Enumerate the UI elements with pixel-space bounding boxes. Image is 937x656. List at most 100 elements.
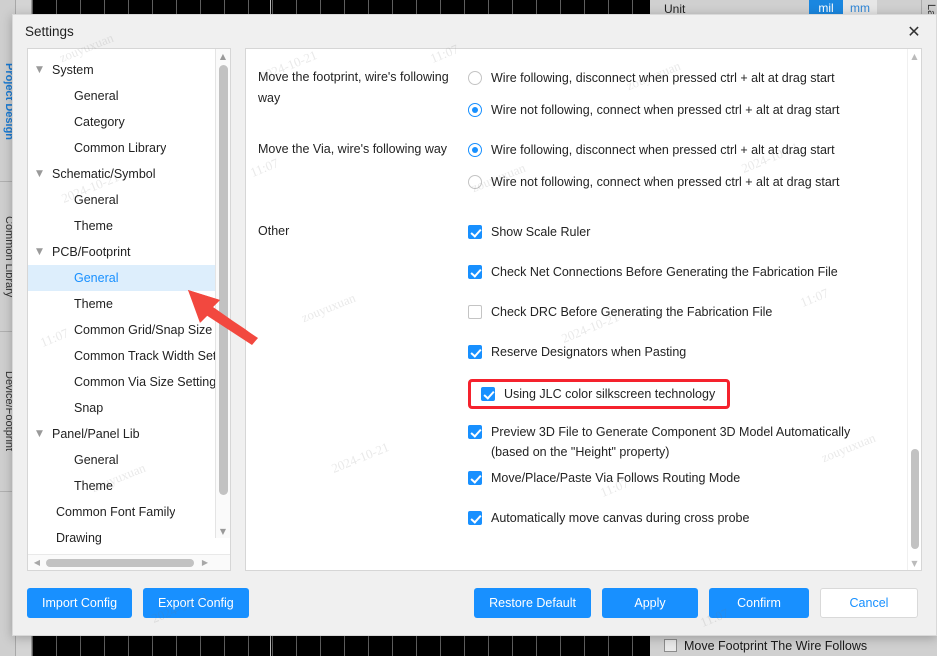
sidebar-item-panel-panel-lib[interactable]: ▼ Panel/Panel Lib [28,421,230,447]
content-scrollbar-thumb[interactable] [911,449,919,549]
checkbox-using-jlc-color-silkscreen[interactable]: Using JLC color silkscreen technology [468,379,731,409]
sidebar-item-label: PCB/Footprint [52,245,131,259]
scroll-up-icon[interactable]: ▲ [216,49,230,63]
sidebar-item-label: General [74,271,119,285]
sidebar-item-label: Snap [74,401,104,415]
setting-group-options: Wire following, disconnect when pressed … [468,135,891,199]
checkbox-icon-checked[interactable] [468,511,482,525]
setting-group-label: Move the footprint, wire's following way [258,70,449,105]
close-icon[interactable]: ✕ [892,15,936,48]
radio-option-label: Wire following, disconnect when pressed … [491,143,835,157]
sidebar-item-common-font-family[interactable]: Common Font Family [28,499,230,525]
scroll-left-icon[interactable]: ◀ [30,555,44,570]
sidebar-item-label: General [74,193,119,207]
sidebar-item-pcb-theme[interactable]: Theme [28,291,230,317]
sidebar-item-system[interactable]: ▼ System [28,57,230,83]
scroll-up-icon[interactable]: ▲ [908,49,921,63]
ruler-ticks-icon [32,634,650,656]
scroll-down-icon[interactable]: ▼ [908,556,921,570]
chevron-down-icon[interactable]: ▼ [36,429,52,439]
radio-option-label: Wire following, disconnect when pressed … [491,71,835,85]
sidebar-item-label: Theme [74,479,113,493]
sidebar-hscrollbar-thumb[interactable] [46,559,194,567]
chevron-down-icon[interactable]: ▼ [36,169,52,179]
settings-sidebar-scroll: ▼ System General Category Common Library… [28,49,230,554]
move-footprint-wire-follows-checkbox[interactable] [664,639,677,652]
dialog-title-bar: Settings ✕ [13,15,936,48]
radio-option-via-wire-following[interactable]: Wire following, disconnect when pressed … [468,135,891,167]
checkbox-icon-checked[interactable] [468,471,482,485]
radio-icon[interactable] [468,71,482,85]
sidebar-item-schematic-general[interactable]: General [28,187,230,213]
radio-option-footprint-wire-following[interactable]: Wire following, disconnect when pressed … [468,63,891,95]
footer-right-buttons: Restore Default Apply Confirm Cancel [474,588,918,618]
checkbox-check-drc[interactable]: Check DRC Before Generating the Fabricat… [468,297,891,337]
sidebar-item-label: Category [74,115,125,129]
highlighted-setting-container: Using JLC color silkscreen technology [468,373,891,417]
checkbox-show-scale-ruler[interactable]: Show Scale Ruler [468,217,891,257]
radio-option-via-wire-not-following[interactable]: Wire not following, connect when pressed… [468,167,891,199]
checkbox-icon-checked[interactable] [468,425,482,439]
apply-button[interactable]: Apply [602,588,698,618]
radio-icon[interactable] [468,175,482,189]
checkbox-icon-checked[interactable] [468,225,482,239]
dialog-footer: Import Config Export Config Restore Defa… [13,571,936,635]
export-config-button[interactable]: Export Config [143,588,249,618]
sidebar-item-panel-general[interactable]: General [28,447,230,473]
scroll-down-icon[interactable]: ▼ [216,524,230,538]
radio-icon-selected[interactable] [468,143,482,157]
restore-default-button[interactable]: Restore Default [474,588,591,618]
checkbox-label: Show Scale Ruler [491,225,591,239]
checkbox-reserve-designators[interactable]: Reserve Designators when Pasting [468,337,891,373]
import-config-button[interactable]: Import Config [27,588,133,618]
sidebar-scrollbar-thumb[interactable] [219,65,228,495]
checkbox-icon-checked[interactable] [468,345,482,359]
checkbox-label: Move/Place/Paste Via Follows Routing Mod… [491,471,741,485]
cancel-button[interactable]: Cancel [820,588,918,618]
checkbox-icon-checked[interactable] [481,387,495,401]
sidebar-horizontal-scrollbar[interactable]: ◀ ▶ [28,554,230,570]
background-canvas-bottom [32,634,650,656]
sidebar-item-pcb-footprint[interactable]: ▼ PCB/Footprint [28,239,230,265]
content-vertical-scrollbar[interactable]: ▲ ▼ [907,49,921,570]
confirm-button[interactable]: Confirm [709,588,809,618]
sidebar-item-label: Common Font Family [56,505,176,519]
radio-icon-selected[interactable] [468,103,482,117]
checkbox-icon-checked[interactable] [468,265,482,279]
sidebar-item-panel-theme[interactable]: Theme [28,473,230,499]
dialog-body: ▼ System General Category Common Library… [13,48,936,571]
sidebar-item-pcb-common-track-width[interactable]: Common Track Width Settin [28,343,230,369]
checkbox-preview-3d-file[interactable]: Preview 3D File to Generate Component 3D… [468,417,891,463]
sidebar-item-pcb-general[interactable]: General [28,265,230,291]
sidebar-vertical-scrollbar[interactable]: ▲ ▼ [215,49,230,538]
canvas-divider [270,634,271,656]
scroll-right-icon[interactable]: ▶ [198,555,212,570]
sidebar-item-system-general[interactable]: General [28,83,230,109]
sidebar-item-label: Theme [74,297,113,311]
checkbox-label: Check DRC Before Generating the Fabricat… [491,305,773,319]
background-bottom-option-row: Move Footprint The Wire Follows [650,634,937,656]
sidebar-item-schematic-symbol[interactable]: ▼ Schematic/Symbol [28,161,230,187]
checkbox-move-place-paste-via[interactable]: Move/Place/Paste Via Follows Routing Mod… [468,463,891,503]
setting-group-other: Other Show Scale Ruler Check Net Connect… [258,217,891,543]
radio-option-label: Wire not following, connect when pressed… [491,103,840,117]
sidebar-item-drawing[interactable]: Drawing [28,525,230,551]
sidebar-item-system-category[interactable]: Category [28,109,230,135]
sidebar-item-label: General [74,89,119,103]
sidebar-item-pcb-snap[interactable]: Snap [28,395,230,421]
chevron-down-icon[interactable]: ▼ [36,65,52,75]
checkbox-auto-move-canvas[interactable]: Automatically move canvas during cross p… [468,503,891,543]
sidebar-item-pcb-common-via-size[interactable]: Common Via Size Setting [28,369,230,395]
chevron-down-icon[interactable]: ▼ [36,247,52,257]
sidebar-item-label: Common Grid/Snap Size Se [74,323,226,337]
settings-sidebar: ▼ System General Category Common Library… [27,48,231,571]
sidebar-item-schematic-theme[interactable]: Theme [28,213,230,239]
sidebar-item-pcb-common-grid-snap-size[interactable]: Common Grid/Snap Size Se [28,317,230,343]
checkbox-label: Using JLC color silkscreen technology [504,387,716,401]
setting-group-options: Wire following, disconnect when pressed … [468,63,891,127]
sidebar-item-system-common-library[interactable]: Common Library [28,135,230,161]
radio-option-footprint-wire-not-following[interactable]: Wire not following, connect when pressed… [468,95,891,127]
settings-content-pane: Move the footprint, wire's following way… [245,48,922,571]
checkbox-icon-unchecked[interactable] [468,305,482,319]
checkbox-check-net-connections[interactable]: Check Net Connections Before Generating … [468,257,891,297]
